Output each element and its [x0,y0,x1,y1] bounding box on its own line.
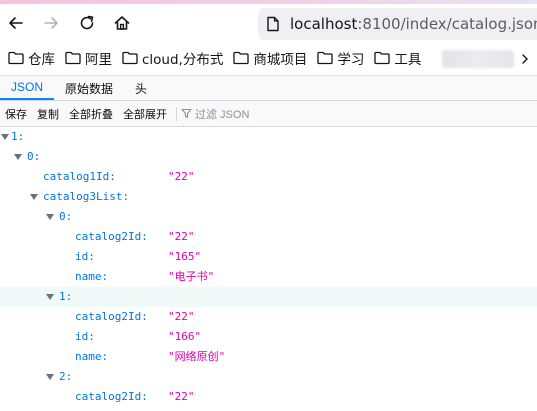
bookmark-label: 工具 [394,52,422,68]
url-host: localhost [290,15,358,33]
tab-headers[interactable]: 头 [124,76,158,100]
expand-toggle-icon[interactable] [46,374,54,380]
folder-icon [65,51,81,65]
tree-row[interactable]: 1: [0,287,537,307]
bookmark-folder[interactable]: 阿里 [61,46,116,70]
json-key: 0: [27,150,41,163]
url-bar[interactable]: localhost:8100/index/catalog.json [258,8,537,40]
json-key: 2: [59,370,73,383]
expand-toggle-icon[interactable] [46,214,54,220]
json-key: name: [75,350,109,363]
bookmark-label: cloud,分布式 [142,52,224,68]
forward-button[interactable] [36,9,66,37]
reload-icon [80,15,94,30]
home-icon [114,16,130,30]
tree-row[interactable]: catalog1Id: "22" [0,167,537,187]
tree-row[interactable]: catalog2Id: "22" [0,227,537,247]
reload-button[interactable] [72,9,102,37]
tree-row[interactable]: id: "165" [0,247,537,267]
json-key: catalog2Id: [75,230,148,243]
home-button[interactable] [107,9,137,37]
bookmark-folder[interactable]: 工具 [370,46,425,70]
filter-placeholder: 过滤 JSON [195,108,250,121]
page-icon [266,16,280,32]
folder-icon [374,51,391,65]
json-viewer-tabs: JSON 原始数据 头 [0,75,537,101]
json-string-value: "电子书" [168,270,215,283]
bookmark-folder[interactable]: 商城项目 [229,46,311,70]
tree-row[interactable]: 1: [0,127,537,147]
folder-icon [8,51,24,65]
expand-toggle-icon[interactable] [14,154,22,160]
bookmark-label: 仓库 [28,52,55,68]
save-button[interactable]: 保存 [2,106,30,122]
json-key: catalog3List: [43,190,130,203]
json-key: id: [75,250,95,263]
tab-raw-data[interactable]: 原始数据 [54,76,124,100]
bookmark-folder[interactable]: cloud,分布式 [118,46,227,70]
json-string-value: "22" [168,230,195,243]
bookmark-label: 商城项目 [253,52,308,68]
toolbar-divider [176,106,177,121]
tree-row[interactable]: 0: [0,147,537,167]
tree-row[interactable]: catalog2Id: "22" [0,387,537,407]
filter-icon [181,108,192,119]
bookmarks-overflow-button[interactable] [518,50,532,68]
json-string-value: "166" [168,330,202,343]
expand-toggle-icon[interactable] [1,134,9,140]
bookmark-label: 阿里 [85,52,112,68]
json-key: 1: [11,130,25,143]
json-toolbar: 保存 复制 全部折叠 全部展开 过滤 JSON [0,101,537,127]
tree-row[interactable]: id: "166" [0,327,537,347]
url-path: :8100/index/catalog.json [357,15,537,33]
json-key: 0: [59,210,73,223]
blurred-bookmark[interactable] [442,50,514,68]
folder-icon [317,51,334,65]
json-string-value: "网络原创" [168,350,226,363]
copy-button[interactable]: 复制 [34,106,62,122]
json-key: catalog1Id: [43,170,116,183]
chevron-icon [522,54,528,64]
json-key: catalog2Id: [75,390,148,403]
bookmark-label: 学习 [337,52,365,68]
json-key: 1: [59,290,73,303]
json-string-value: "165" [168,250,202,263]
expand-toggle-icon[interactable] [30,194,38,200]
forward-arrow-icon [44,17,58,29]
json-string-value: "22" [168,310,195,323]
json-key: catalog2Id: [75,310,148,323]
collapse-all-button[interactable]: 全部折叠 [66,106,116,122]
navigation-toolbar: localhost:8100/index/catalog.json [0,4,537,42]
filter-json-input[interactable]: 过滤 JSON [181,106,249,122]
json-tree: 1: 0: catalog1Id: "22" catalog3List: 0: … [0,127,537,411]
back-arrow-icon [9,17,23,29]
url-text: localhost:8100/index/catalog.json [290,15,537,33]
tree-row[interactable]: 0: [0,207,537,227]
expand-all-button[interactable]: 全部展开 [120,106,170,122]
json-string-value: "22" [168,170,195,183]
json-key: name: [75,270,109,283]
expand-toggle-icon[interactable] [46,294,54,300]
bookmark-folder[interactable]: 仓库 [4,46,59,70]
folder-icon [122,51,138,65]
tree-row[interactable]: name: "网络原创" [0,347,537,367]
tree-row[interactable]: catalog3List: [0,187,537,207]
tab-json[interactable]: JSON [0,76,55,100]
back-button[interactable] [1,9,31,37]
json-string-value: "22" [168,390,195,403]
json-key: id: [75,330,95,343]
bookmark-folder[interactable]: 学习 [313,46,368,70]
tree-row[interactable]: 2: [0,367,537,387]
tree-row[interactable]: name: "电子书" [0,267,537,287]
folder-icon [233,51,250,65]
tree-row[interactable]: catalog2Id: "22" [0,307,537,327]
